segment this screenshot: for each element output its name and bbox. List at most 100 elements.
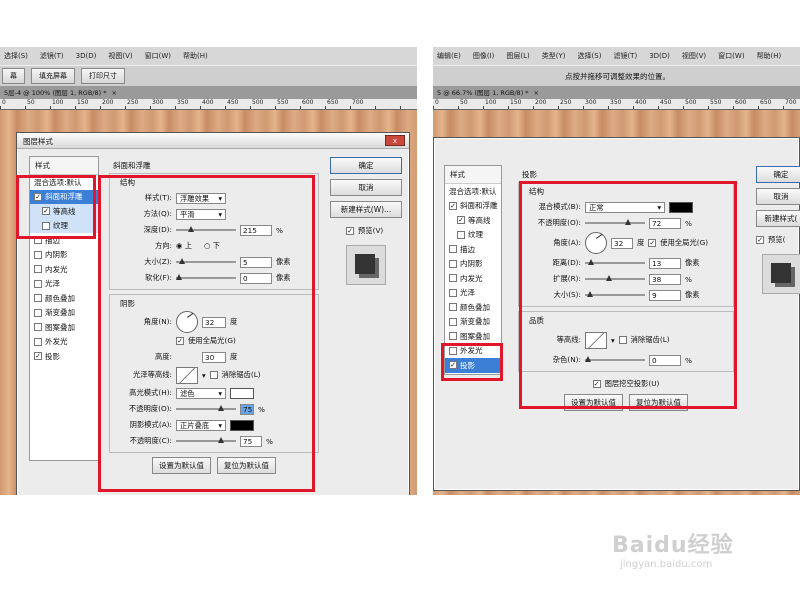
depth-input[interactable]: 215 bbox=[240, 224, 272, 236]
make-default-button[interactable]: 设置为默认值 bbox=[564, 394, 623, 411]
make-default-button[interactable]: 设置为默认值 bbox=[152, 457, 211, 474]
style-list-item[interactable]: 描边 bbox=[445, 242, 501, 257]
antialias-checkbox[interactable] bbox=[209, 371, 218, 379]
menu-item[interactable]: 视图(V) bbox=[682, 51, 706, 61]
style-checkbox[interactable]: ✓ bbox=[42, 207, 50, 216]
size-input[interactable]: 9 bbox=[649, 289, 681, 301]
distance-thumb[interactable] bbox=[587, 259, 594, 265]
spread-slider[interactable] bbox=[585, 275, 645, 281]
menu-item[interactable]: 图层(L) bbox=[506, 51, 529, 61]
style-list-item[interactable]: 外发光 bbox=[30, 335, 98, 350]
menu-item[interactable]: 3D(D) bbox=[649, 52, 670, 60]
style-list-item[interactable]: 内阴影 bbox=[445, 257, 501, 272]
spread-input[interactable]: 38 bbox=[649, 273, 681, 285]
option-button[interactable]: 幕 bbox=[2, 68, 25, 84]
chevron-down-icon[interactable]: ▾ bbox=[611, 336, 615, 345]
menu-item[interactable]: 3D(D) bbox=[76, 52, 97, 60]
style-list-item[interactable]: 图案叠加 bbox=[30, 320, 98, 335]
spread-thumb[interactable] bbox=[606, 275, 613, 281]
cancel-button[interactable]: 取消 bbox=[756, 188, 800, 205]
altitude-input[interactable]: 30 bbox=[202, 351, 226, 363]
distance-slider[interactable] bbox=[585, 259, 645, 265]
menu-item[interactable]: 窗口(W) bbox=[145, 51, 171, 61]
depth-slider-thumb[interactable] bbox=[188, 226, 195, 232]
distance-input[interactable]: 13 bbox=[649, 257, 681, 269]
style-checkbox[interactable]: ✓ bbox=[34, 352, 42, 361]
highlight-opacity-input[interactable]: 75 bbox=[240, 403, 254, 415]
angle-input[interactable]: 32 bbox=[202, 316, 226, 328]
radio-down[interactable]: ○ 下 bbox=[204, 241, 220, 251]
soften-slider[interactable] bbox=[176, 274, 236, 280]
size-input[interactable]: 5 bbox=[240, 256, 272, 268]
highlight-mode-select[interactable]: 滤色 ▾ bbox=[176, 387, 226, 399]
shadow-color-swatch[interactable] bbox=[230, 419, 254, 431]
menu-item[interactable]: 窗口(W) bbox=[718, 51, 744, 61]
style-checkbox[interactable] bbox=[42, 221, 50, 230]
new-style-button[interactable]: 新建样式(W)... bbox=[330, 201, 402, 218]
blend-options-item[interactable]: 混合选项:默认 bbox=[30, 175, 98, 190]
angle-dial[interactable] bbox=[585, 232, 607, 254]
highlight-opacity-thumb[interactable] bbox=[218, 405, 224, 411]
style-list-item[interactable]: 描边 bbox=[30, 233, 98, 248]
style-list-item[interactable]: 内阴影 bbox=[30, 248, 98, 263]
style-checkbox[interactable] bbox=[34, 250, 42, 259]
style-list-item[interactable]: 光泽 bbox=[30, 277, 98, 292]
style-list-item[interactable]: ✓ 投影 bbox=[30, 349, 98, 364]
new-style-button[interactable]: 新建样式( bbox=[756, 210, 800, 227]
menu-item[interactable]: 视图(V) bbox=[108, 51, 132, 61]
document-tab[interactable]: 5层-4 @ 100% (图层 1, RGB/8) * × bbox=[0, 87, 417, 99]
option-button[interactable]: 打印尺寸 bbox=[81, 68, 125, 84]
ok-button[interactable]: 确定 bbox=[330, 157, 402, 174]
chevron-down-icon[interactable]: ▾ bbox=[202, 371, 206, 380]
style-list-item[interactable]: ✓ 投影 bbox=[445, 358, 501, 373]
noise-thumb[interactable] bbox=[585, 356, 591, 362]
style-checkbox[interactable] bbox=[449, 288, 457, 297]
shadow-opacity-input[interactable]: 75 bbox=[240, 435, 262, 447]
style-checkbox[interactable]: ✓ bbox=[34, 192, 42, 201]
style-checkbox[interactable] bbox=[34, 294, 42, 303]
radio-up[interactable]: ◉ 上 bbox=[176, 241, 192, 251]
opacity-input[interactable]: 72 bbox=[649, 217, 681, 229]
size-slider[interactable] bbox=[176, 258, 236, 264]
highlight-opacity-slider[interactable] bbox=[176, 405, 236, 411]
shadow-opacity-thumb[interactable] bbox=[218, 437, 224, 443]
style-checkbox[interactable]: ✓ bbox=[457, 216, 465, 225]
shadow-color-swatch[interactable] bbox=[669, 201, 693, 213]
document-tab[interactable]: 5 @ 66.7% (图层 1, RGB/8) * × bbox=[433, 87, 800, 99]
menu-item[interactable]: 滤镜(T) bbox=[613, 51, 637, 61]
highlight-color-swatch[interactable] bbox=[230, 387, 254, 399]
style-checkbox[interactable] bbox=[34, 337, 42, 346]
style-checkbox[interactable] bbox=[449, 317, 457, 326]
style-checkbox[interactable] bbox=[449, 303, 457, 312]
preview-checkbox[interactable]: ✓ bbox=[346, 227, 354, 235]
menu-item[interactable]: 选择(S) bbox=[4, 51, 28, 61]
style-list-item[interactable]: ✓ 斜面和浮雕 bbox=[445, 199, 501, 214]
menu-item[interactable]: 图像(I) bbox=[473, 51, 495, 61]
menu-item[interactable]: 选择(S) bbox=[578, 51, 602, 61]
style-checkbox[interactable] bbox=[34, 323, 42, 332]
reset-default-button[interactable]: 复位为默认值 bbox=[217, 457, 276, 474]
menu-item[interactable]: 滤镜(T) bbox=[40, 51, 64, 61]
opacity-slider[interactable] bbox=[585, 219, 645, 225]
style-checkbox[interactable] bbox=[449, 274, 457, 283]
style-checkbox[interactable] bbox=[34, 265, 42, 274]
global-light-checkbox[interactable]: ✓ bbox=[176, 337, 184, 345]
size-slider-thumb[interactable] bbox=[178, 258, 185, 264]
menu-item[interactable]: 帮助(H) bbox=[183, 51, 208, 61]
style-checkbox[interactable] bbox=[449, 332, 457, 341]
soften-input[interactable]: 0 bbox=[240, 272, 272, 284]
close-icon[interactable]: × bbox=[111, 89, 116, 97]
style-list-item[interactable]: 渐变叠加 bbox=[30, 306, 98, 321]
option-button[interactable]: 填充屏幕 bbox=[31, 68, 75, 84]
style-list-item[interactable]: 纹理 bbox=[445, 228, 501, 243]
style-list-item[interactable]: 内发光 bbox=[445, 271, 501, 286]
style-list-item[interactable]: 外发光 bbox=[445, 344, 501, 359]
global-light-checkbox[interactable]: ✓ bbox=[648, 239, 657, 247]
close-button[interactable]: x bbox=[385, 135, 405, 146]
style-list-item[interactable]: ✓ 斜面和浮雕 bbox=[30, 189, 98, 204]
style-list-item[interactable]: 图案叠加 bbox=[445, 329, 501, 344]
reset-default-button[interactable]: 复位为默认值 bbox=[629, 394, 688, 411]
preview-checkbox[interactable]: ✓ bbox=[756, 236, 764, 244]
cancel-button[interactable]: 取消 bbox=[330, 179, 402, 196]
style-select[interactable]: 浮雕效果 ▾ bbox=[176, 192, 226, 204]
